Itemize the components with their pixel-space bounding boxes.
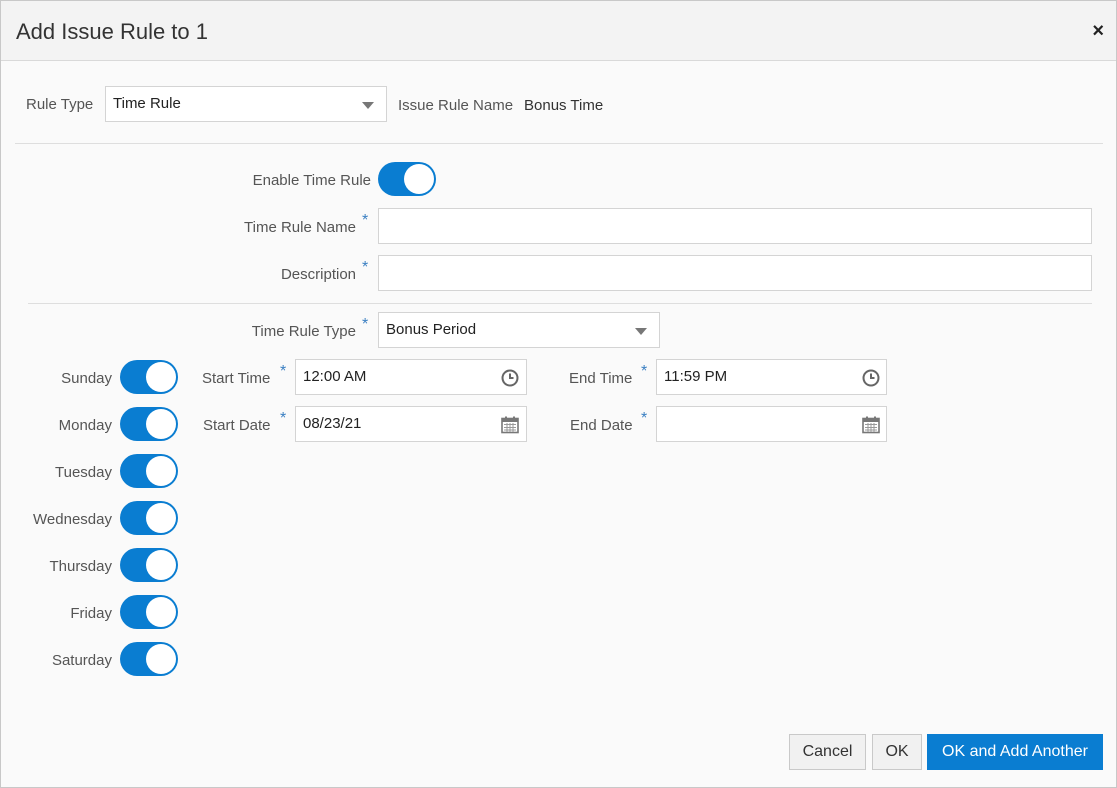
toggle-knob: [146, 409, 176, 439]
day-toggle-friday[interactable]: [120, 595, 178, 629]
start-time-input[interactable]: 12:00 AM: [295, 359, 527, 395]
time-rule-name-input[interactable]: [378, 208, 1092, 244]
required-mark: *: [362, 259, 369, 276]
time-rule-type-value: Bonus Period: [386, 321, 477, 338]
start-date-value: 08/23/21: [303, 415, 362, 432]
day-label-friday: Friday: [70, 605, 112, 622]
rule-type-label: Rule Type: [26, 96, 94, 113]
day-toggle-wednesday[interactable]: [120, 501, 178, 535]
chevron-down-icon: [362, 102, 374, 109]
enable-time-rule-toggle[interactable]: [378, 162, 436, 196]
start-date-label: Start Date: [203, 417, 271, 434]
toggle-knob: [146, 456, 176, 486]
required-mark: *: [362, 212, 369, 229]
required-mark: *: [362, 316, 369, 333]
issue-rule-name-value: Bonus Time: [524, 97, 604, 114]
end-time-value: 11:59 PM: [664, 368, 728, 385]
toggle-knob: [146, 503, 176, 533]
end-time-label: End Time: [569, 370, 633, 387]
divider: [28, 303, 1092, 304]
clock-icon[interactable]: [861, 368, 881, 388]
required-mark: *: [641, 363, 648, 380]
time-rule-name-label: Time Rule Name: [244, 219, 356, 236]
clock-icon[interactable]: [500, 368, 520, 388]
calendar-icon[interactable]: [861, 415, 881, 435]
toggle-knob: [404, 164, 434, 194]
required-mark: *: [641, 410, 648, 427]
required-mark: *: [280, 410, 287, 427]
day-label-saturday: Saturday: [51, 652, 112, 669]
end-time-input[interactable]: 11:59 PM: [656, 359, 887, 395]
chevron-down-icon: [635, 328, 647, 335]
rule-type-value: Time Rule: [113, 95, 181, 112]
issue-rule-name-label: Issue Rule Name: [398, 97, 514, 114]
cancel-button[interactable]: Cancel: [789, 734, 866, 770]
ok-and-add-another-button[interactable]: OK and Add Another: [927, 734, 1103, 770]
day-toggle-thursday[interactable]: [120, 548, 178, 582]
enable-time-rule-label: Enable Time Rule: [252, 172, 371, 189]
day-toggle-saturday[interactable]: [120, 642, 178, 676]
time-rule-type-label: Time Rule Type: [251, 323, 356, 340]
dialog-title: Add Issue Rule to 1: [16, 19, 209, 44]
calendar-icon[interactable]: [500, 415, 520, 435]
toggle-knob: [146, 550, 176, 580]
toggle-knob: [146, 362, 176, 392]
toggle-knob: [146, 597, 176, 627]
start-time-label: Start Time: [202, 370, 271, 387]
end-date-label: End Date: [570, 417, 633, 434]
description-input[interactable]: [378, 255, 1092, 291]
close-icon[interactable]: ×: [1092, 21, 1104, 41]
ok-button[interactable]: OK: [872, 734, 922, 770]
day-toggle-sunday[interactable]: [120, 360, 178, 394]
dialog-header: Add Issue Rule to 1 ×: [1, 1, 1116, 61]
day-label-wednesday: Wednesday: [33, 511, 112, 528]
day-label-monday: Monday: [58, 417, 112, 434]
rule-type-select[interactable]: Time Rule: [105, 86, 387, 122]
day-toggle-monday[interactable]: [120, 407, 178, 441]
time-rule-type-select[interactable]: Bonus Period: [378, 312, 660, 348]
toggle-knob: [146, 644, 176, 674]
start-time-value: 12:00 AM: [303, 368, 367, 385]
day-toggle-tuesday[interactable]: [120, 454, 178, 488]
day-label-tuesday: Tuesday: [55, 464, 112, 481]
divider: [15, 143, 1103, 144]
day-label-thursday: Thursday: [49, 558, 112, 575]
end-date-input[interactable]: [656, 406, 887, 442]
add-issue-rule-dialog: Add Issue Rule to 1 × Rule Type Time Rul…: [0, 0, 1117, 788]
required-mark: *: [280, 363, 287, 380]
day-label-sunday: Sunday: [61, 370, 112, 387]
start-date-input[interactable]: 08/23/21: [295, 406, 527, 442]
description-label: Description: [280, 266, 356, 283]
